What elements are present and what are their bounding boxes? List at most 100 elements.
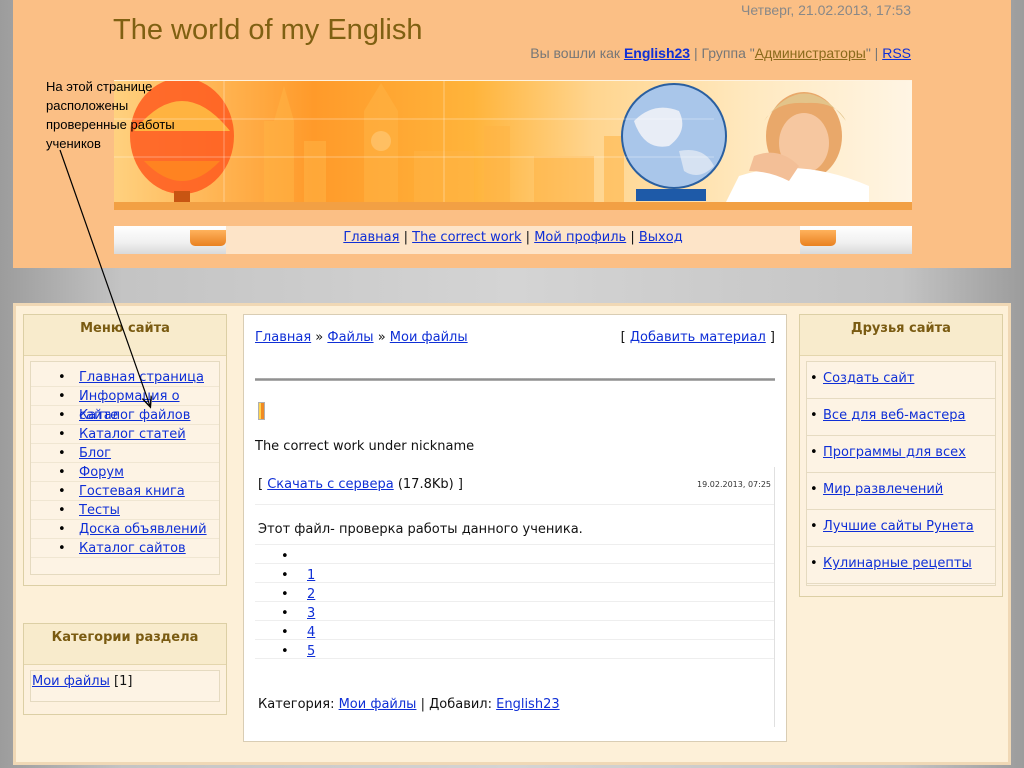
entry-meta: Категория: Мои файлы | Добавил: English2… bbox=[258, 697, 560, 712]
globe-graphic bbox=[621, 83, 727, 201]
page-link-3[interactable]: 3 bbox=[307, 606, 315, 621]
friends-block: Друзья сайта Создать сайт Все для веб-ма… bbox=[799, 314, 1003, 597]
group-suffix: " | bbox=[865, 45, 883, 61]
datetime: Четверг, 21.02.2013, 17:53 bbox=[741, 2, 911, 18]
woman-graphic bbox=[722, 92, 869, 210]
menu-link-site-catalog[interactable]: Каталог сайтов bbox=[79, 541, 186, 556]
annotation-note: На этой странице расположены проверенные… bbox=[46, 79, 175, 151]
username-link[interactable]: English23 bbox=[624, 45, 690, 61]
nav-separator: | bbox=[399, 230, 413, 245]
site-menu-block: Меню сайта Главная страница Информация о… bbox=[23, 314, 227, 586]
categories-block: Категории раздела Мои файлы [1] bbox=[23, 623, 227, 715]
menu-link-board[interactable]: Доска объявлений bbox=[79, 522, 207, 537]
nav-link-correct-work[interactable]: The correct work bbox=[412, 230, 521, 245]
rss-link[interactable]: RSS bbox=[882, 45, 911, 61]
navbar-links: Главная | The correct work | Мой профиль… bbox=[226, 226, 800, 254]
nav-link-profile[interactable]: Мой профиль bbox=[534, 230, 626, 245]
menu-link-main-page[interactable]: Главная страница bbox=[79, 370, 204, 385]
navbar-left-cap bbox=[114, 226, 226, 254]
list-item: Информация о сайте bbox=[31, 387, 219, 423]
content-frame: Меню сайта Главная страница Информация о… bbox=[13, 303, 1011, 765]
header-banner bbox=[114, 80, 912, 210]
user-info-line: Вы вошли как English23 | Группа "Админис… bbox=[530, 45, 911, 61]
site-menu-list: Главная страница Информация о сайте Ката… bbox=[31, 362, 219, 558]
site-menu-title: Меню сайта bbox=[24, 315, 226, 356]
menu-link-blog[interactable]: Блог bbox=[79, 446, 111, 461]
category-count: [1] bbox=[114, 674, 133, 689]
friend-link-webmaster[interactable]: Все для веб-мастера bbox=[823, 408, 966, 423]
pagination-list: 1 2 3 4 5 bbox=[255, 545, 774, 685]
group-link[interactable]: Администраторы bbox=[755, 45, 866, 61]
category-label: Категория: bbox=[258, 697, 339, 712]
list-item bbox=[255, 545, 774, 569]
site-menu-body: Главная страница Информация о сайте Ката… bbox=[30, 361, 220, 575]
entry-category-link[interactable]: Мои файлы bbox=[339, 697, 417, 712]
list-item: 5 bbox=[255, 640, 774, 664]
author-link[interactable]: English23 bbox=[496, 697, 559, 712]
list-item: Создать сайт bbox=[807, 362, 995, 399]
list-item: Блог bbox=[31, 444, 219, 463]
bookmark-icon bbox=[258, 402, 265, 420]
list-item: Кулинарные рецепты bbox=[807, 547, 995, 584]
menu-link-file-catalog[interactable]: Каталог файлов bbox=[79, 408, 190, 423]
list-item: 3 bbox=[255, 602, 774, 626]
list-item: Тесты bbox=[31, 501, 219, 520]
nav-separator: | bbox=[521, 230, 535, 245]
main-content: Главная » Файлы » Мои файлы [ Добавить м… bbox=[243, 314, 787, 742]
page-link-2[interactable]: 2 bbox=[307, 587, 315, 602]
page-link-4[interactable]: 4 bbox=[307, 625, 315, 640]
list-item: Гостевая книга bbox=[31, 482, 219, 501]
list-item: Доска объявлений bbox=[31, 520, 219, 539]
breadcrumb-separator: » bbox=[311, 330, 328, 345]
list-item: Форум bbox=[31, 463, 219, 482]
friends-body: Создать сайт Все для веб-мастера Програм… bbox=[806, 361, 996, 586]
list-item: Все для веб-мастера bbox=[807, 399, 995, 436]
group-prefix: | Группа " bbox=[690, 45, 755, 61]
friend-link-programs[interactable]: Программы для всех bbox=[823, 445, 966, 460]
list-item: 4 bbox=[255, 621, 774, 645]
menu-link-tests[interactable]: Тесты bbox=[79, 503, 120, 518]
site-title: The world of my English bbox=[113, 14, 423, 46]
page-link-1[interactable]: 1 bbox=[307, 568, 315, 583]
breadcrumb-files[interactable]: Файлы bbox=[327, 330, 373, 345]
list-item: Лучшие сайты Рунета bbox=[807, 510, 995, 547]
categories-body: Мои файлы [1] bbox=[30, 670, 220, 702]
nav-link-logout[interactable]: Выход bbox=[639, 230, 683, 245]
list-item: 2 bbox=[255, 583, 774, 607]
breadcrumb: Главная » Файлы » Мои файлы bbox=[255, 330, 468, 345]
friend-link-best-sites[interactable]: Лучшие сайты Рунета bbox=[823, 519, 974, 534]
divider bbox=[255, 378, 775, 381]
category-link-my-files[interactable]: Мои файлы bbox=[32, 674, 110, 689]
menu-link-article-catalog[interactable]: Каталог статей bbox=[79, 427, 186, 442]
breadcrumb-home[interactable]: Главная bbox=[255, 330, 311, 345]
description-row: Этот файл- проверка работы данного учени… bbox=[255, 505, 774, 545]
menu-link-guestbook[interactable]: Гостевая книга bbox=[79, 484, 185, 499]
logged-in-label: Вы вошли как bbox=[530, 45, 624, 61]
entry-title: The correct work under nickname bbox=[255, 439, 475, 454]
file-size: (17.8Kb) bbox=[397, 477, 454, 492]
nav-link-home[interactable]: Главная bbox=[343, 230, 399, 245]
list-item: Программы для всех bbox=[807, 436, 995, 473]
banner-bottom-strip bbox=[114, 202, 912, 210]
download-row: [ Скачать с сервера (17.8Kb) ] 19.02.201… bbox=[255, 467, 774, 505]
categories-title: Категории раздела bbox=[24, 624, 226, 665]
add-material-link[interactable]: Добавить материал bbox=[630, 330, 766, 345]
list-item: Мир развлечений bbox=[807, 473, 995, 510]
download-link[interactable]: Скачать с сервера bbox=[267, 477, 393, 492]
list-item: 1 bbox=[255, 564, 774, 588]
friends-list: Создать сайт Все для веб-мастера Програм… bbox=[807, 362, 995, 584]
menu-link-forum[interactable]: Форум bbox=[79, 465, 124, 480]
entry-details: [ Скачать с сервера (17.8Kb) ] 19.02.201… bbox=[255, 467, 775, 727]
breadcrumb-my-files[interactable]: Мои файлы bbox=[390, 330, 468, 345]
navbar-right-cap bbox=[800, 226, 912, 254]
entry-description: Этот файл- проверка работы данного учени… bbox=[258, 522, 583, 537]
entry-date: 19.02.2013, 07:25 bbox=[697, 480, 771, 489]
friend-link-recipes[interactable]: Кулинарные рецепты bbox=[823, 556, 972, 571]
friend-link-create-site[interactable]: Создать сайт bbox=[823, 371, 914, 386]
nav-separator: | bbox=[626, 230, 639, 245]
main-navbar: Главная | The correct work | Мой профиль… bbox=[114, 226, 912, 254]
friends-title: Друзья сайта bbox=[800, 315, 1002, 356]
friend-link-entertainment[interactable]: Мир развлечений bbox=[823, 482, 943, 497]
added-by-label: | Добавил: bbox=[416, 697, 497, 712]
page-link-5[interactable]: 5 bbox=[307, 644, 315, 659]
